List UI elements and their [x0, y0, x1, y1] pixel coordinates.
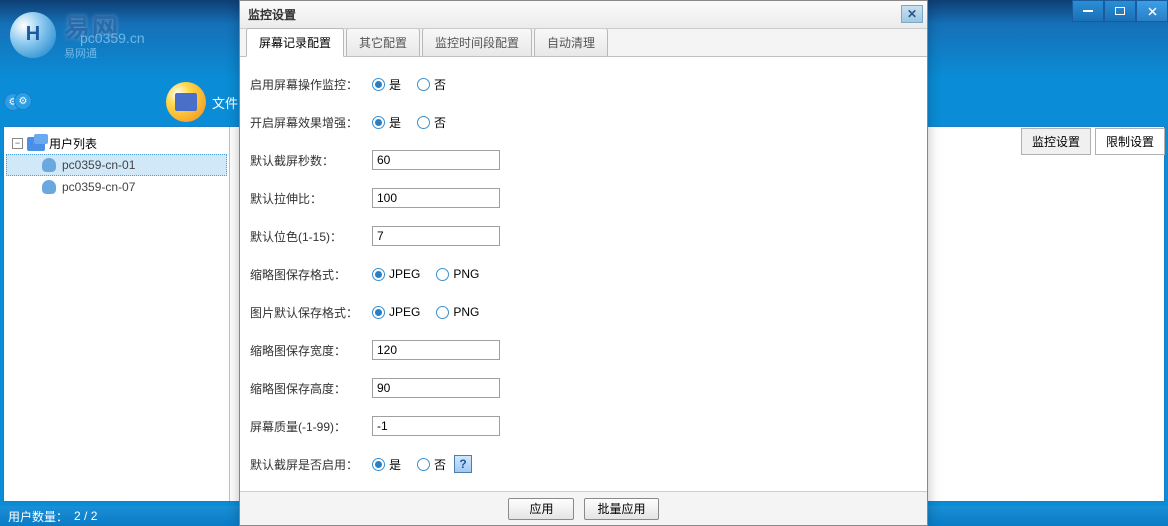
batch-apply-button[interactable]: 批量应用 [584, 498, 658, 520]
file-toolbar-label[interactable]: 文件 [212, 93, 238, 112]
input-stretch-ratio[interactable] [372, 188, 500, 208]
radio-icon [372, 306, 385, 319]
label-thumb-width: 缩略图保存宽度： [250, 342, 372, 359]
help-icon[interactable]: ? [454, 455, 472, 473]
label-thumb-format: 缩略图保存格式： [250, 266, 372, 283]
radio-icon [372, 268, 385, 281]
dialog-tabstrip: 屏幕记录配置 其它配置 监控时间段配置 自动清理 [240, 29, 927, 57]
user-icon [42, 180, 56, 194]
input-default-seconds[interactable] [372, 150, 500, 170]
label-default-enabled: 默认截屏是否启用： [250, 456, 372, 473]
input-bit-depth[interactable] [372, 226, 500, 246]
apply-button[interactable]: 应用 [508, 498, 574, 520]
label-thumb-height: 缩略图保存高度： [250, 380, 372, 397]
watermark: pc0359.cn [80, 30, 145, 46]
tab-other[interactable]: 其它配置 [346, 28, 420, 56]
input-quality[interactable] [372, 416, 500, 436]
minimize-button[interactable] [1072, 0, 1104, 22]
label-quality: 屏幕质量(-1-99)： [250, 418, 372, 435]
radio-enable-monitor-no[interactable]: 否 [417, 76, 446, 93]
dialog-title: 监控设置 ✕ [240, 1, 927, 29]
input-thumb-width[interactable] [372, 340, 500, 360]
status-count: 2 / 2 [74, 509, 97, 523]
label-enhance: 开启屏幕效果增强： [250, 114, 372, 131]
user-tree-panel: − 用户列表 pc0359-cn-01 pc0359-cn-07 [4, 127, 230, 501]
dialog-close-button[interactable]: ✕ [901, 5, 923, 23]
users-icon [27, 137, 45, 151]
label-enable-monitor: 启用屏幕操作监控： [250, 76, 372, 93]
tree-item-label: pc0359-cn-01 [62, 158, 135, 172]
radio-icon [436, 306, 449, 319]
radio-icon [417, 116, 430, 129]
radio-icon [372, 116, 385, 129]
radio-thumb-png[interactable]: PNG [436, 267, 479, 281]
radio-enhance-no[interactable]: 否 [417, 114, 446, 131]
gear-icon-2[interactable]: ⚙ [14, 92, 32, 110]
radio-image-png[interactable]: PNG [436, 305, 479, 319]
radio-default-enabled-no[interactable]: 否 [417, 456, 446, 473]
tab-limit-settings[interactable]: 限制设置 [1095, 128, 1165, 155]
logo-icon: H [10, 12, 56, 58]
label-bit-depth: 默认位色(1-15)： [250, 228, 372, 245]
tree-expander-icon[interactable]: − [12, 138, 23, 149]
status-label: 用户数量： [8, 508, 68, 525]
radio-icon [417, 78, 430, 91]
radio-icon [417, 458, 430, 471]
monitor-settings-dialog: 监控设置 ✕ 屏幕记录配置 其它配置 监控时间段配置 自动清理 启用屏幕操作监控… [239, 0, 928, 526]
radio-enable-monitor-yes[interactable]: 是 [372, 76, 401, 93]
file-toolbar-icon[interactable] [166, 82, 206, 122]
radio-icon [372, 78, 385, 91]
radio-icon [436, 268, 449, 281]
tab-schedule[interactable]: 监控时间段配置 [422, 28, 532, 56]
tab-monitor-settings[interactable]: 监控设置 [1021, 128, 1091, 155]
tab-autoclean[interactable]: 自动清理 [534, 28, 608, 56]
logo-subtitle: 易网通 [64, 45, 120, 61]
tree-item-label: pc0359-cn-07 [62, 180, 135, 194]
label-stretch-ratio: 默认拉伸比： [250, 190, 372, 207]
radio-enhance-yes[interactable]: 是 [372, 114, 401, 131]
dialog-title-text: 监控设置 [248, 6, 296, 23]
label-default-seconds: 默认截屏秒数： [250, 152, 372, 169]
tree-item-user[interactable]: pc0359-cn-01 [6, 154, 227, 176]
tree-root-label: 用户列表 [49, 135, 97, 152]
tree-item-user[interactable]: pc0359-cn-07 [6, 176, 227, 198]
radio-default-enabled-yes[interactable]: 是 [372, 456, 401, 473]
label-image-format: 图片默认保存格式： [250, 304, 372, 321]
radio-image-jpeg[interactable]: JPEG [372, 305, 420, 319]
radio-icon [372, 458, 385, 471]
tree-root[interactable]: − 用户列表 [6, 133, 227, 154]
close-button[interactable] [1136, 0, 1168, 22]
tab-screen-record[interactable]: 屏幕记录配置 [246, 28, 344, 57]
radio-thumb-jpeg[interactable]: JPEG [372, 267, 420, 281]
input-thumb-height[interactable] [372, 378, 500, 398]
user-icon [42, 158, 56, 172]
maximize-button[interactable] [1104, 0, 1136, 22]
